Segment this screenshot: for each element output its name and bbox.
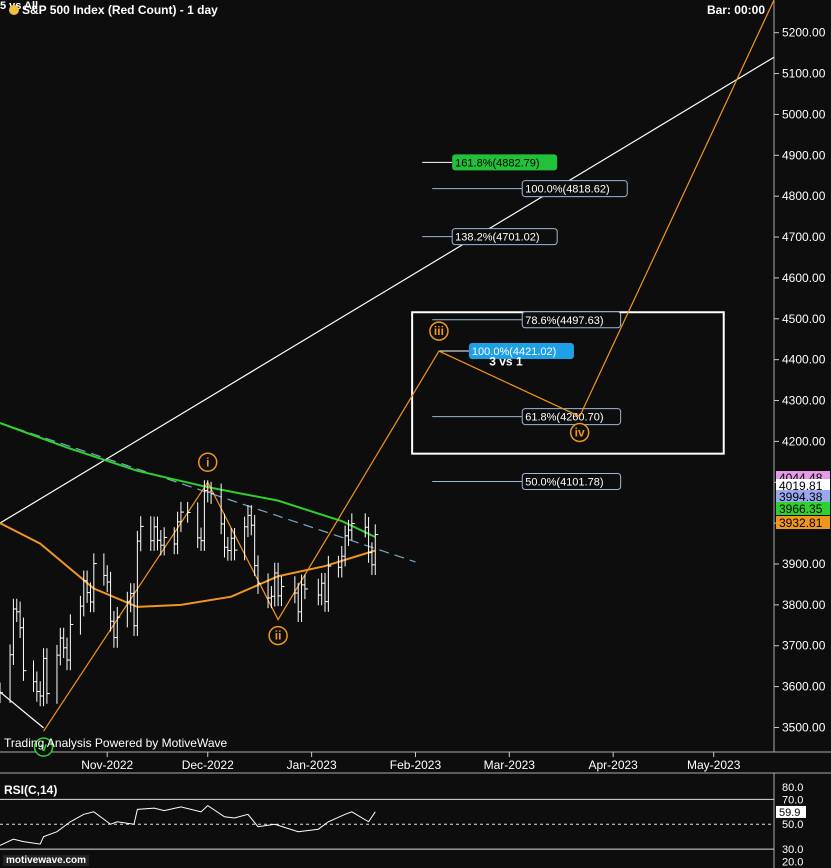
annotation-3vs1: 3 vs 1 bbox=[489, 355, 523, 369]
wave-label-iv: iv bbox=[575, 425, 585, 439]
wave-label-iii: iii bbox=[434, 324, 444, 338]
x-tick-label: Dec-2022 bbox=[182, 758, 234, 772]
fib-label: 100.0%(4818.62) bbox=[525, 184, 609, 196]
y-tick-label: 4200.00 bbox=[782, 434, 826, 448]
watermark: Trading Analysis Powered by MotiveWave bbox=[4, 736, 228, 750]
fib-label: 50.0%(4101.78) bbox=[525, 477, 603, 489]
y-tick-label: 3500.00 bbox=[782, 720, 826, 734]
rsi-tick-label: 50.0 bbox=[782, 819, 803, 831]
rsi-tick-label: 70.0 bbox=[782, 794, 803, 806]
y-tick-label: 5200.00 bbox=[782, 26, 826, 40]
fib-label: 138.2%(4701.02) bbox=[455, 232, 539, 244]
price-tag-label: 3932.81 bbox=[779, 516, 823, 530]
y-tick-label: 4600.00 bbox=[782, 271, 826, 285]
rsi-tick-label: 20.0 bbox=[782, 857, 803, 868]
y-tick-label: 3600.00 bbox=[782, 680, 826, 694]
x-tick-label: Feb-2023 bbox=[390, 758, 442, 772]
rsi-value-tag-label: 59.9 bbox=[779, 807, 800, 819]
fib-label: 61.8%(4260.70) bbox=[525, 412, 603, 424]
bar-time: Bar: 00:00 bbox=[706, 3, 765, 17]
price-tag-label: 3966.35 bbox=[779, 502, 823, 516]
y-tick-label: 4900.00 bbox=[782, 148, 826, 162]
fib-label: 161.8%(4882.79) bbox=[455, 157, 539, 169]
y-tick-label: 3800.00 bbox=[782, 598, 826, 612]
sun-icon bbox=[9, 5, 19, 15]
wave-label-i: i bbox=[206, 455, 209, 469]
y-tick-label: 3700.00 bbox=[782, 639, 826, 653]
x-tick-label: Nov-2022 bbox=[81, 758, 133, 772]
footer-brand: motivewave.com bbox=[3, 855, 90, 866]
x-tick-label: Apr-2023 bbox=[588, 758, 638, 772]
y-tick-label: 4800.00 bbox=[782, 189, 826, 203]
x-tick-label: May-2023 bbox=[687, 758, 741, 772]
y-tick-label: 5100.00 bbox=[782, 67, 826, 81]
wave-label-ii: ii bbox=[275, 629, 282, 643]
rsi-tick-label: 30.0 bbox=[782, 844, 803, 856]
y-tick-label: 4700.00 bbox=[782, 230, 826, 244]
rsi-title: RSI(C,14) bbox=[4, 783, 57, 797]
y-tick-label: 4400.00 bbox=[782, 353, 826, 367]
y-tick-label: 4300.00 bbox=[782, 394, 826, 408]
chart-title-text: S&P 500 Index (Red Count) - 1 day bbox=[22, 3, 218, 17]
y-tick-label: 4500.00 bbox=[782, 312, 826, 326]
x-tick-label: Mar-2023 bbox=[484, 758, 536, 772]
y-tick-label: 3900.00 bbox=[782, 557, 826, 571]
y-tick-label: 5000.00 bbox=[782, 107, 826, 121]
x-tick-label: Jan-2023 bbox=[287, 758, 337, 772]
rsi-tick-label: 80.0 bbox=[782, 782, 803, 794]
fib-label: 78.6%(4497.63) bbox=[525, 315, 603, 327]
chart-title: S&P 500 Index (Red Count) - 1 day bbox=[9, 3, 218, 17]
